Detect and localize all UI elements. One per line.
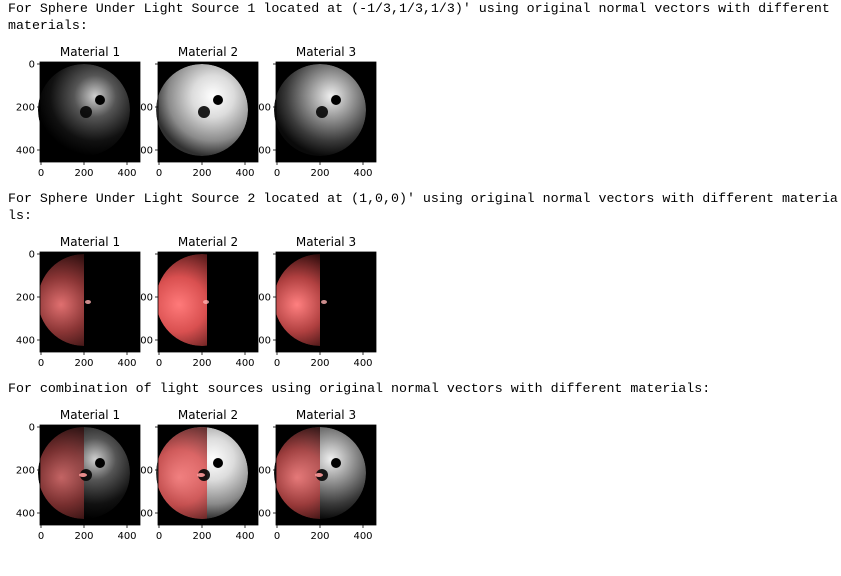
x-tick-label: 0 xyxy=(156,168,162,179)
x-tick-label: 0 xyxy=(38,358,44,369)
x-tick-label: 200 xyxy=(310,531,329,542)
dark-spot xyxy=(331,95,341,105)
highlight-spot xyxy=(79,473,87,477)
x-tick-label: 200 xyxy=(310,358,329,369)
highlight-spot xyxy=(197,473,205,477)
x-tick-label: 0 xyxy=(274,358,280,369)
dark-spot xyxy=(213,95,223,105)
x-tick-label: 0 xyxy=(274,168,280,179)
panel-title: Material 3 xyxy=(296,235,356,249)
y-tick-label: 00 xyxy=(258,293,271,304)
panel-title: Material 1 xyxy=(60,408,120,422)
x-tick-label: 200 xyxy=(192,531,211,542)
x-tick-label: 0 xyxy=(156,531,162,542)
section-caption: For combination of light sources using o… xyxy=(8,381,711,396)
x-tick-label: 0 xyxy=(38,168,44,179)
x-tick-label: 200 xyxy=(192,168,211,179)
section-caption: For Sphere Under Light Source 2 located … xyxy=(8,191,838,223)
dark-spot xyxy=(316,106,328,118)
x-tick-label: 200 xyxy=(74,531,93,542)
x-tick-label: 200 xyxy=(74,358,93,369)
x-tick-label: 0 xyxy=(274,531,280,542)
x-tick-label: 400 xyxy=(117,531,136,542)
y-tick-label: 00 xyxy=(140,466,153,477)
y-tick-label: 400 xyxy=(16,509,35,520)
highlight-spot xyxy=(315,473,323,477)
y-tick-label: 00 xyxy=(140,336,153,347)
x-tick-label: 400 xyxy=(117,358,136,369)
y-tick-label: 0 xyxy=(29,60,35,71)
x-tick-label: 400 xyxy=(353,531,372,542)
x-tick-label: 200 xyxy=(74,168,93,179)
y-tick-label: 00 xyxy=(258,103,271,114)
panel-title: Material 3 xyxy=(296,408,356,422)
x-tick-label: 0 xyxy=(156,358,162,369)
y-tick-label: 00 xyxy=(258,146,271,157)
panel-title: Material 1 xyxy=(60,45,120,59)
highlight-spot xyxy=(321,300,327,304)
x-tick-label: 400 xyxy=(235,168,254,179)
x-tick-label: 400 xyxy=(235,358,254,369)
panel-title: Material 1 xyxy=(60,235,120,249)
y-tick-label: 200 xyxy=(16,103,35,114)
y-tick-label: 00 xyxy=(258,509,271,520)
x-tick-label: 400 xyxy=(353,168,372,179)
highlight-spot xyxy=(203,300,209,304)
y-tick-label: 400 xyxy=(16,336,35,347)
dark-spot xyxy=(95,95,105,105)
section-caption: For Sphere Under Light Source 1 located … xyxy=(8,1,838,33)
highlight-spot xyxy=(85,300,91,304)
y-tick-label: 200 xyxy=(16,293,35,304)
x-tick-label: 400 xyxy=(353,358,372,369)
panel-title: Material 2 xyxy=(178,235,238,249)
dark-spot xyxy=(95,458,105,468)
panel-title: Material 3 xyxy=(296,45,356,59)
y-tick-label: 0 xyxy=(29,250,35,261)
y-tick-label: 00 xyxy=(140,146,153,157)
x-tick-label: 400 xyxy=(117,168,136,179)
y-tick-label: 00 xyxy=(140,103,153,114)
y-tick-label: 00 xyxy=(140,509,153,520)
y-tick-label: 200 xyxy=(16,466,35,477)
y-tick-label: 0 xyxy=(29,423,35,434)
x-tick-label: 200 xyxy=(192,358,211,369)
figure-row: Material 10 200 4000200400Material 20 200 40… xyxy=(16,408,377,542)
panel-title: Material 2 xyxy=(178,45,238,59)
panel-title: Material 2 xyxy=(178,408,238,422)
y-tick-label: 400 xyxy=(16,146,35,157)
dark-spot xyxy=(213,458,223,468)
y-tick-label: 00 xyxy=(140,293,153,304)
y-tick-label: 00 xyxy=(258,466,271,477)
dark-spot xyxy=(331,458,341,468)
x-tick-label: 200 xyxy=(310,168,329,179)
y-tick-label: 00 xyxy=(258,336,271,347)
dark-spot xyxy=(198,106,210,118)
dark-spot xyxy=(80,106,92,118)
x-tick-label: 400 xyxy=(235,531,254,542)
x-tick-label: 0 xyxy=(38,531,44,542)
